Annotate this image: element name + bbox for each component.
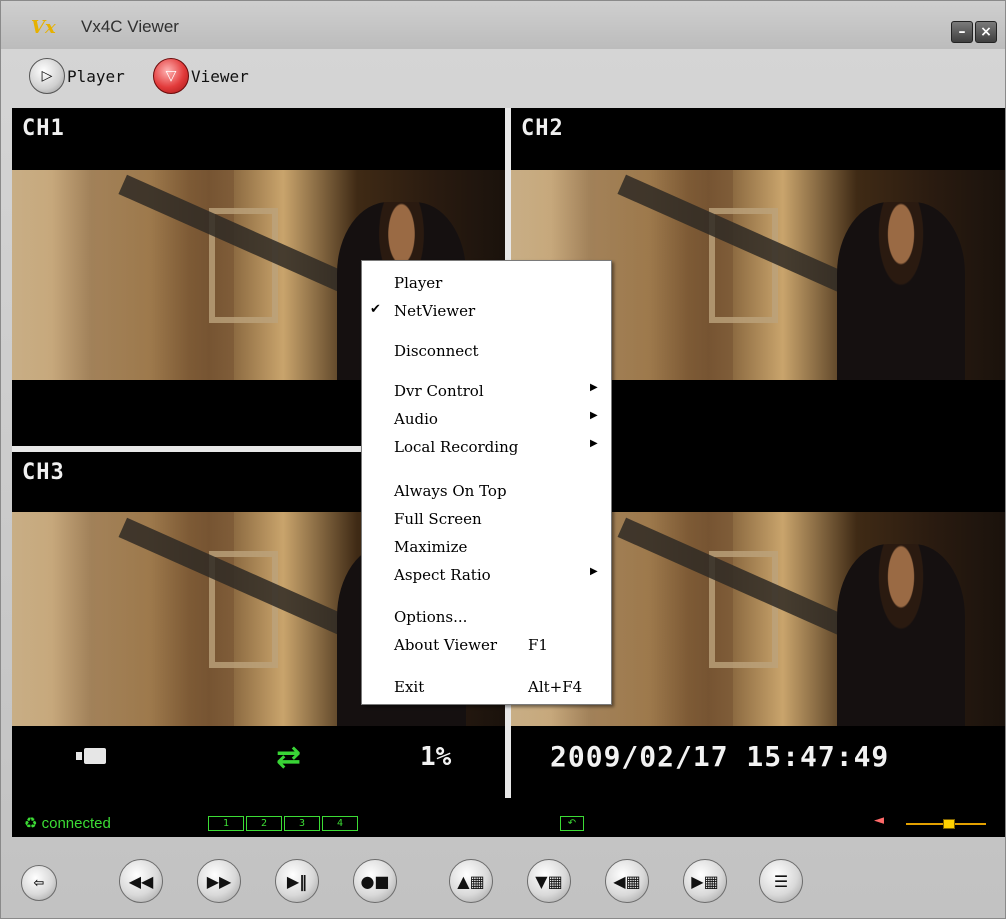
menu-item-label: Audio (394, 410, 438, 428)
menu-separator (366, 467, 607, 468)
speaker-icon[interactable]: ◄ (874, 813, 884, 828)
play-icon: ▷ (29, 58, 65, 94)
rewind-button[interactable]: ◀◀ (119, 859, 163, 903)
menu-item-full-screen[interactable]: Full Screen (362, 506, 611, 532)
menu-item-shortcut: F1 (528, 636, 548, 654)
fast-forward-button[interactable]: ▶▶ (197, 859, 241, 903)
channel-select-1[interactable]: 1 (208, 816, 244, 831)
menu-separator (366, 367, 607, 368)
channel-label: CH1 (22, 116, 65, 141)
menu-item-disconnect[interactable]: Disconnect (362, 338, 611, 364)
player-mode-button[interactable]: ▷ Player (29, 56, 125, 96)
menu-item-label: Options... (394, 608, 468, 626)
minimize-button[interactable]: – (951, 21, 973, 43)
status-bar: ♻ connected 1 2 3 4 ↶ ◄ (12, 811, 1005, 837)
menu-separator (366, 327, 607, 328)
channel-select-3[interactable]: 3 (284, 816, 320, 831)
osd-info-row: ⇄ 1% 2009/02/17 15:47:49 (12, 726, 1005, 786)
menu-item-label: Dvr Control (394, 382, 484, 400)
connection-icon: ♻ (24, 815, 38, 832)
menu-separator (366, 594, 607, 595)
close-button[interactable]: × (975, 21, 997, 43)
menu-item-options[interactable]: Options... (362, 604, 611, 630)
player-mode-label: Player (67, 66, 125, 86)
network-icon: ↶ (560, 816, 584, 831)
submenu-arrow-icon: ▶ (590, 438, 598, 449)
volume-thumb[interactable] (943, 819, 955, 829)
menu-item-label: Local Recording (394, 438, 519, 456)
checkmark-icon: ✔ (370, 302, 381, 317)
stop-button[interactable]: ●■ (353, 859, 397, 903)
channel-up-button[interactable]: ▲▦ (449, 859, 493, 903)
channel-select-2[interactable]: 2 (246, 816, 282, 831)
menu-item-audio[interactable]: Audio ▶ (362, 406, 611, 432)
submenu-arrow-icon: ▶ (590, 382, 598, 393)
menu-item-label: Aspect Ratio (394, 566, 491, 584)
menu-item-shortcut: Alt+F4 (528, 678, 583, 696)
back-button[interactable]: ⇦ (21, 865, 57, 901)
camera-icon (76, 748, 106, 764)
menu-separator (366, 663, 607, 664)
viewer-mode-button[interactable]: ▽ Viewer (153, 56, 249, 96)
context-menu: Player ✔ NetViewer Disconnect Dvr Control ▶ Au… (361, 260, 612, 705)
menu-item-player[interactable]: Player (362, 270, 611, 296)
menu-item-label: Always On Top (394, 482, 507, 500)
channel-label: CH3 (22, 460, 65, 485)
submenu-arrow-icon: ▶ (590, 566, 598, 577)
menu-item-netviewer[interactable]: ✔ NetViewer (362, 298, 611, 324)
channel-select-4[interactable]: 4 (322, 816, 358, 831)
swap-icon: ⇄ (276, 740, 302, 775)
play-pause-button[interactable]: ▶‖ (275, 859, 319, 903)
title-bar[interactable]: Vx Vx4C Viewer – × (1, 1, 1005, 49)
channel-down-button[interactable]: ▼▦ (527, 859, 571, 903)
menu-item-label: Exit (394, 678, 425, 696)
connection-label: connected (41, 815, 111, 832)
mode-bar: ▷ Player ▽ Viewer (1, 49, 1005, 105)
buffer-percent: 1% (420, 742, 452, 772)
menu-item-about-viewer[interactable]: About Viewer F1 (362, 632, 611, 658)
menu-item-aspect-ratio[interactable]: Aspect Ratio ▶ (362, 562, 611, 588)
menu-item-label: About Viewer (394, 636, 498, 654)
connection-status: ♻ connected (24, 814, 111, 832)
window-title: Vx4C Viewer (81, 17, 179, 36)
menu-item-exit[interactable]: Exit Alt+F4 (362, 674, 611, 700)
app-logo-icon: Vx (31, 17, 56, 38)
menu-item-label: Maximize (394, 538, 468, 556)
channel-prev-button[interactable]: ◀▦ (605, 859, 649, 903)
menu-button[interactable]: ☰ (759, 859, 803, 903)
channel-label: CH2 (521, 116, 564, 141)
submenu-arrow-icon: ▶ (590, 410, 598, 421)
channel-next-button[interactable]: ▶▦ (683, 859, 727, 903)
viewer-mode-label: Viewer (191, 66, 249, 86)
menu-item-label: Disconnect (394, 342, 479, 360)
control-bar: ⇦ ◀◀ ▶▶ ▶‖ ●■ ▲▦ ▼▦ ◀▦ ▶▦ ☰ (1, 841, 1005, 919)
menu-item-maximize[interactable]: Maximize (362, 534, 611, 560)
menu-item-local-recording[interactable]: Local Recording ▶ (362, 434, 611, 460)
osd-datetime: 2009/02/17 15:47:49 (550, 740, 890, 773)
volume-slider[interactable] (906, 819, 986, 829)
viewer-window: Vx Vx4C Viewer – × ▷ Player ▽ Viewer CH1… (0, 0, 1006, 919)
menu-item-dvr-control[interactable]: Dvr Control ▶ (362, 378, 611, 404)
viewer-icon: ▽ (153, 58, 189, 94)
menu-item-label: Player (394, 274, 443, 292)
menu-item-always-on-top[interactable]: Always On Top (362, 478, 611, 504)
menu-item-label: Full Screen (394, 510, 482, 528)
menu-item-label: NetViewer (394, 302, 476, 320)
